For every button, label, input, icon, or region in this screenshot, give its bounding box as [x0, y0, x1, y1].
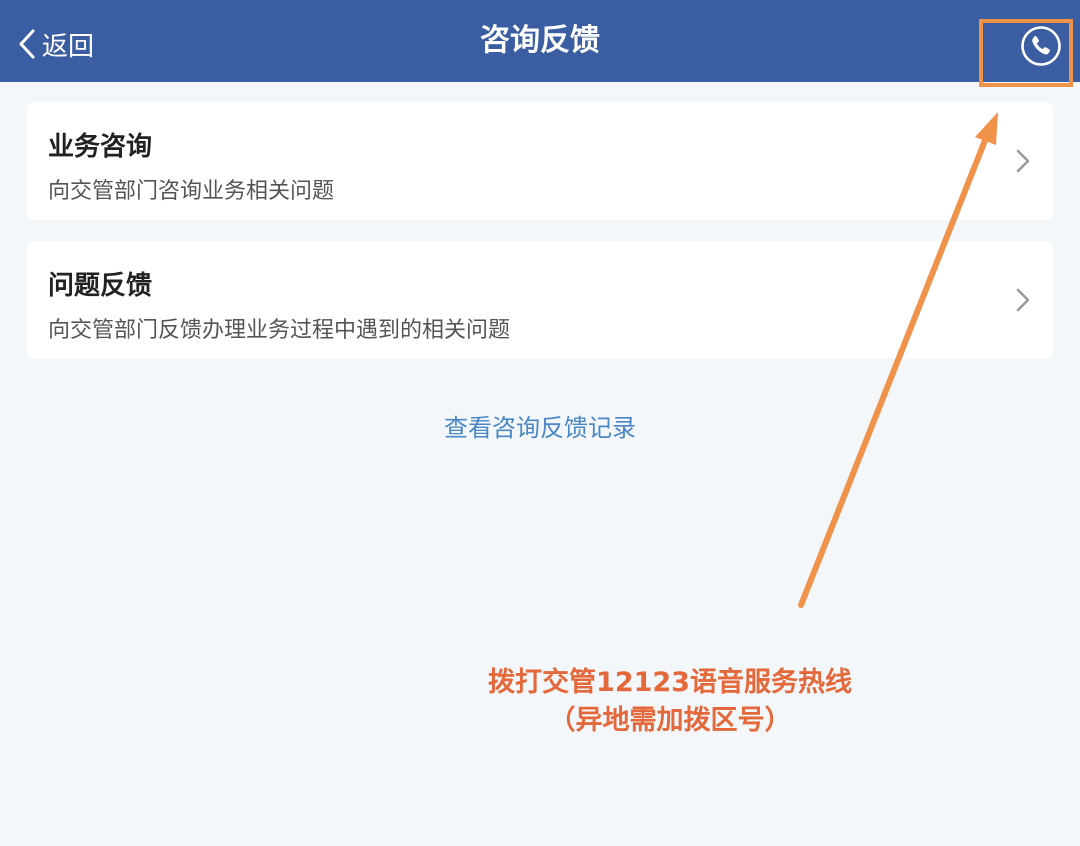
card-business-consultation[interactable]: 业务咨询 向交管部门咨询业务相关问题 — [27, 102, 1053, 220]
annotation-line-2: （异地需加拨区号） — [548, 705, 792, 736]
card-description: 向交管部门咨询业务相关问题 — [48, 179, 335, 204]
nav-bar: 返回 咨询反馈 — [0, 0, 1080, 82]
annotation-line-1: 拨打交管12123语音服务热线 — [488, 667, 852, 698]
chevron-right-icon — [1015, 148, 1031, 174]
phone-icon — [1020, 25, 1062, 67]
call-hotline-button[interactable] — [1020, 25, 1062, 67]
card-description: 向交管部门反馈办理业务过程中遇到的相关问题 — [48, 318, 511, 343]
view-records-link[interactable]: 查看咨询反馈记录 — [444, 414, 636, 442]
page: 返回 咨询反馈 业务咨询 向交管部门咨询业务相关问题 问题反馈 向交管部门反馈办… — [0, 0, 1080, 846]
view-records-link-row: 查看咨询反馈记录 — [0, 408, 1080, 443]
card-issue-feedback[interactable]: 问题反馈 向交管部门反馈办理业务过程中遇到的相关问题 — [27, 241, 1053, 359]
chevron-right-icon — [1015, 287, 1031, 313]
card-title: 业务咨询 — [48, 132, 153, 162]
page-title: 咨询反馈 — [480, 23, 600, 58]
chevron-left-icon — [16, 28, 38, 60]
card-title: 问题反馈 — [48, 271, 153, 301]
back-label: 返回 — [42, 31, 95, 62]
back-button[interactable]: 返回 — [16, 22, 94, 66]
annotation-text: 拨打交管12123语音服务热线 （异地需加拨区号） — [420, 664, 920, 740]
